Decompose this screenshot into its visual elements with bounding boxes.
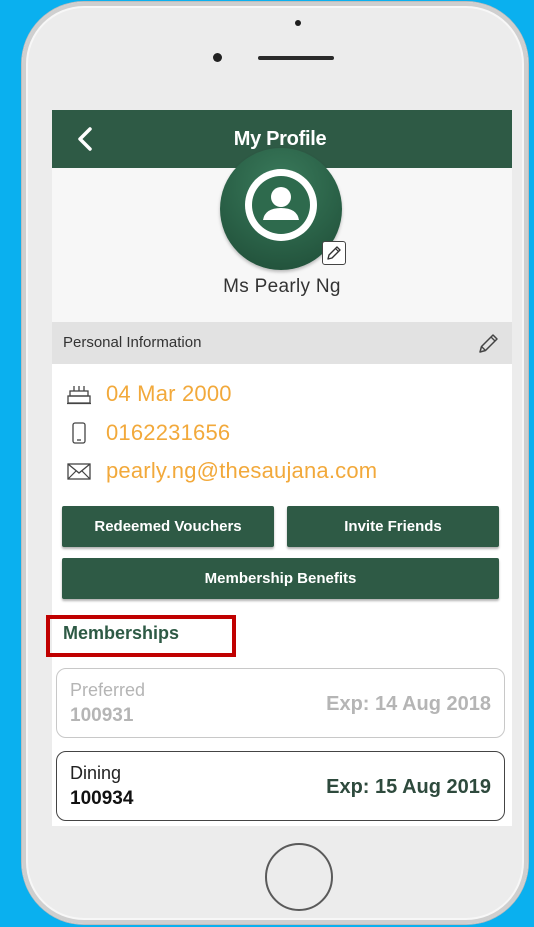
envelope-icon: [67, 463, 91, 480]
mobile-phone-icon: [72, 422, 86, 444]
invite-friends-button[interactable]: Invite Friends: [287, 506, 499, 547]
phone-value[interactable]: 0162231656: [106, 418, 230, 448]
membership-number: 100934: [70, 788, 134, 809]
membership-expiry: Exp: 14 Aug 2018: [326, 693, 491, 715]
section-label: Personal Information: [63, 334, 202, 351]
birthday-cake-icon: [67, 386, 91, 405]
app-screen: My Profile Ms Pearly Ng Personal Informa…: [52, 110, 512, 826]
personal-info-header: Personal Information: [52, 322, 512, 364]
pencil-icon: [479, 334, 498, 353]
birthday-value: 04 Mar 2000: [106, 381, 232, 406]
profile-name: Ms Pearly Ng: [223, 276, 341, 297]
membership-type: Dining: [70, 763, 122, 783]
redeemed-vouchers-button[interactable]: Redeemed Vouchers: [62, 506, 274, 547]
membership-expiry: Exp: 15 Aug 2019: [326, 776, 491, 798]
membership-card-dining[interactable]: Dining 100934 Exp: 15 Aug 2019: [56, 751, 505, 821]
membership-type: Preferred: [70, 680, 146, 700]
pencil-icon: [327, 246, 341, 260]
edit-avatar-button[interactable]: [322, 241, 346, 265]
earpiece-speaker: [258, 56, 334, 60]
edit-personal-info-button[interactable]: [477, 331, 501, 355]
profile-header: Ms Pearly Ng: [52, 148, 512, 322]
membership-number: 100931: [70, 705, 134, 726]
membership-benefits-button[interactable]: Membership Benefits: [62, 558, 499, 599]
annotation-highlight-box: [46, 615, 236, 657]
proximity-sensor: [295, 20, 301, 26]
membership-card-preferred[interactable]: Preferred 100931 Exp: 14 Aug 2018: [56, 668, 505, 738]
home-button[interactable]: [265, 843, 333, 911]
front-camera: [213, 53, 222, 62]
email-value[interactable]: pearly.ng@thesaujana.com: [106, 456, 377, 486]
